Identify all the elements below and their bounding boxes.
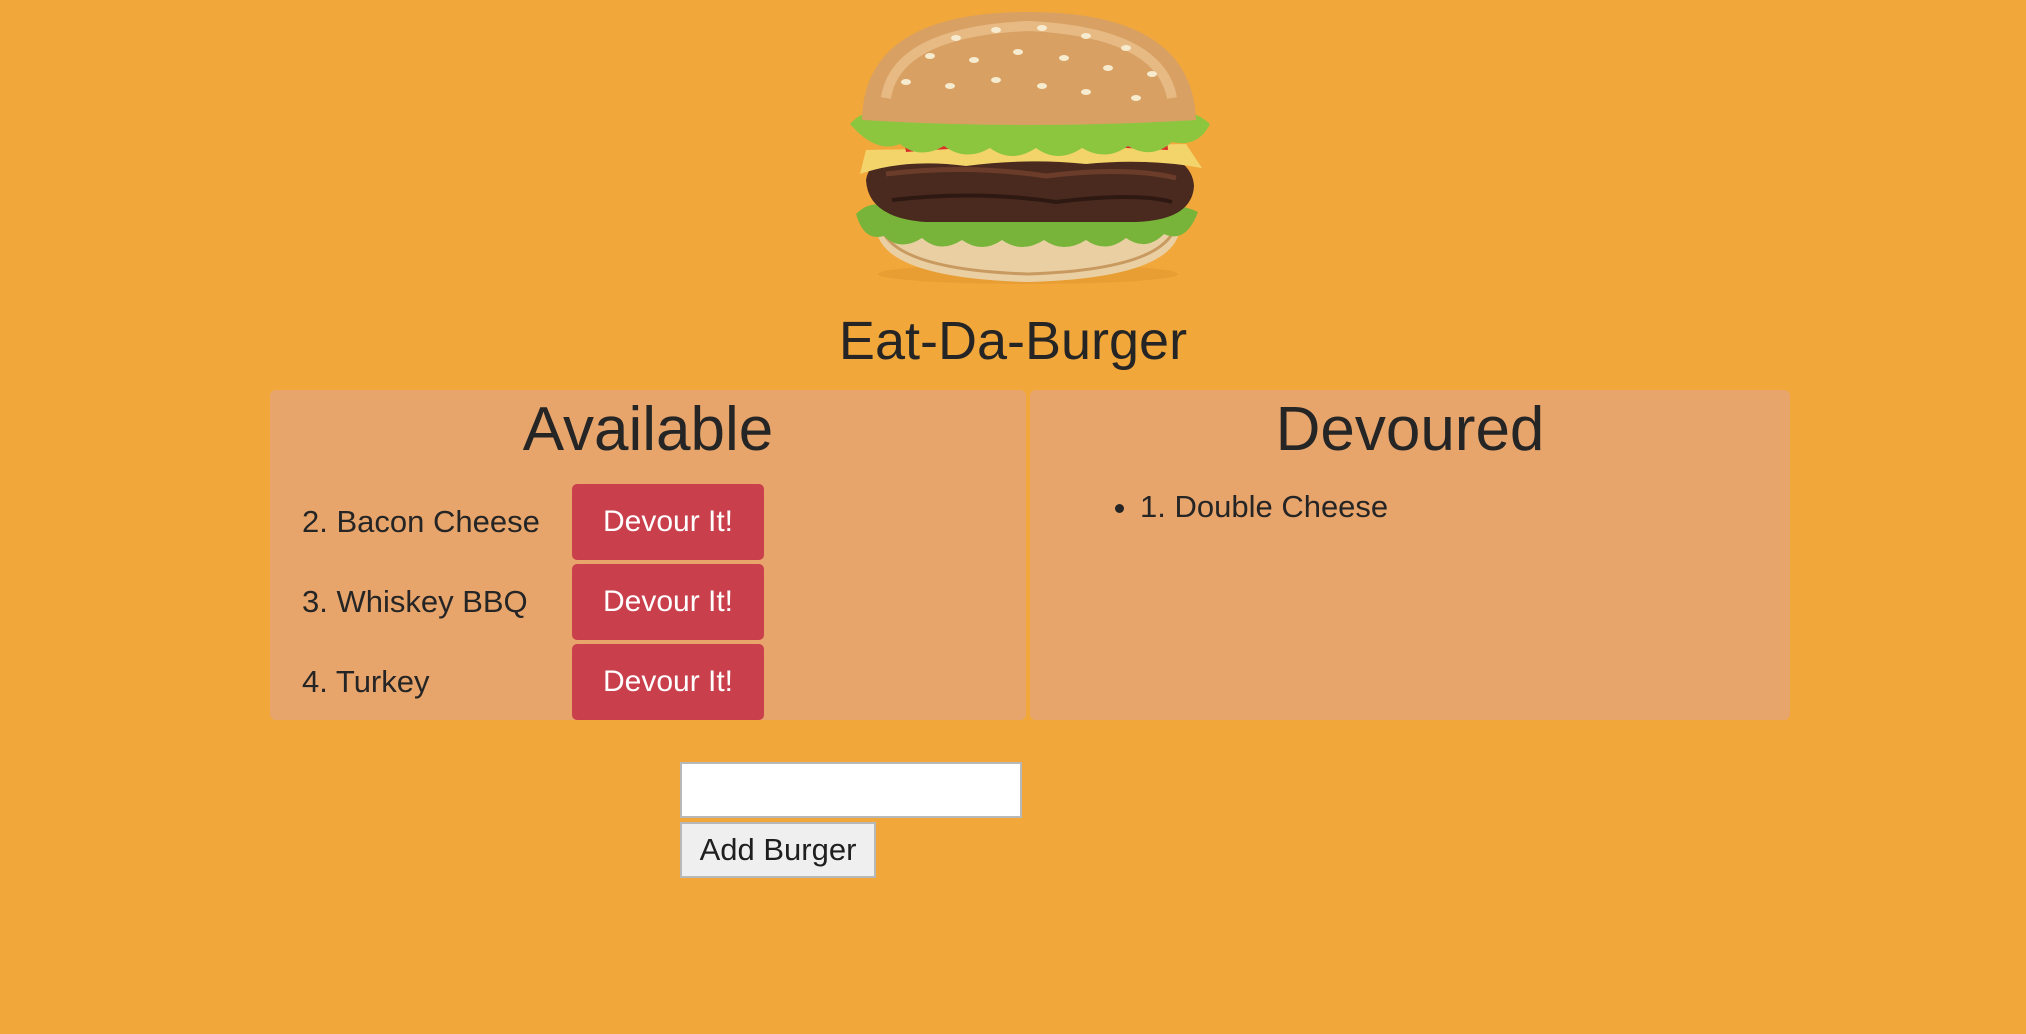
burger-name: 3. Whiskey BBQ xyxy=(302,584,528,619)
devoured-item: 1. Double Cheese xyxy=(1140,486,1388,528)
available-panel: Available 2. Bacon Cheese Devour It! 3. … xyxy=(270,390,1026,720)
burger-name-input[interactable] xyxy=(680,762,1022,818)
devour-button[interactable]: Devour It! xyxy=(572,484,764,560)
burger-name: 2. Bacon Cheese xyxy=(302,504,540,539)
list-item: 4. Turkey Devour It! xyxy=(302,644,764,720)
devoured-heading: Devoured xyxy=(1275,395,1545,464)
devoured-list: 1. Double Cheese xyxy=(1100,486,1388,528)
burger-name: 4. Turkey xyxy=(302,664,430,699)
available-heading: Available xyxy=(522,395,774,464)
devour-button[interactable]: Devour It! xyxy=(572,644,764,720)
devour-button[interactable]: Devour It! xyxy=(572,564,764,640)
page-title: Eat-Da-Burger xyxy=(838,311,1188,371)
add-burger-button[interactable]: Add Burger xyxy=(680,822,876,878)
available-list: 2. Bacon Cheese Devour It! 3. Whiskey BB… xyxy=(302,484,764,724)
devoured-panel: Devoured 1. Double Cheese xyxy=(1030,390,1790,720)
list-item: 3. Whiskey BBQ Devour It! xyxy=(302,564,764,640)
list-item: 2. Bacon Cheese Devour It! xyxy=(302,484,764,560)
hamburger-image xyxy=(850,12,1210,284)
